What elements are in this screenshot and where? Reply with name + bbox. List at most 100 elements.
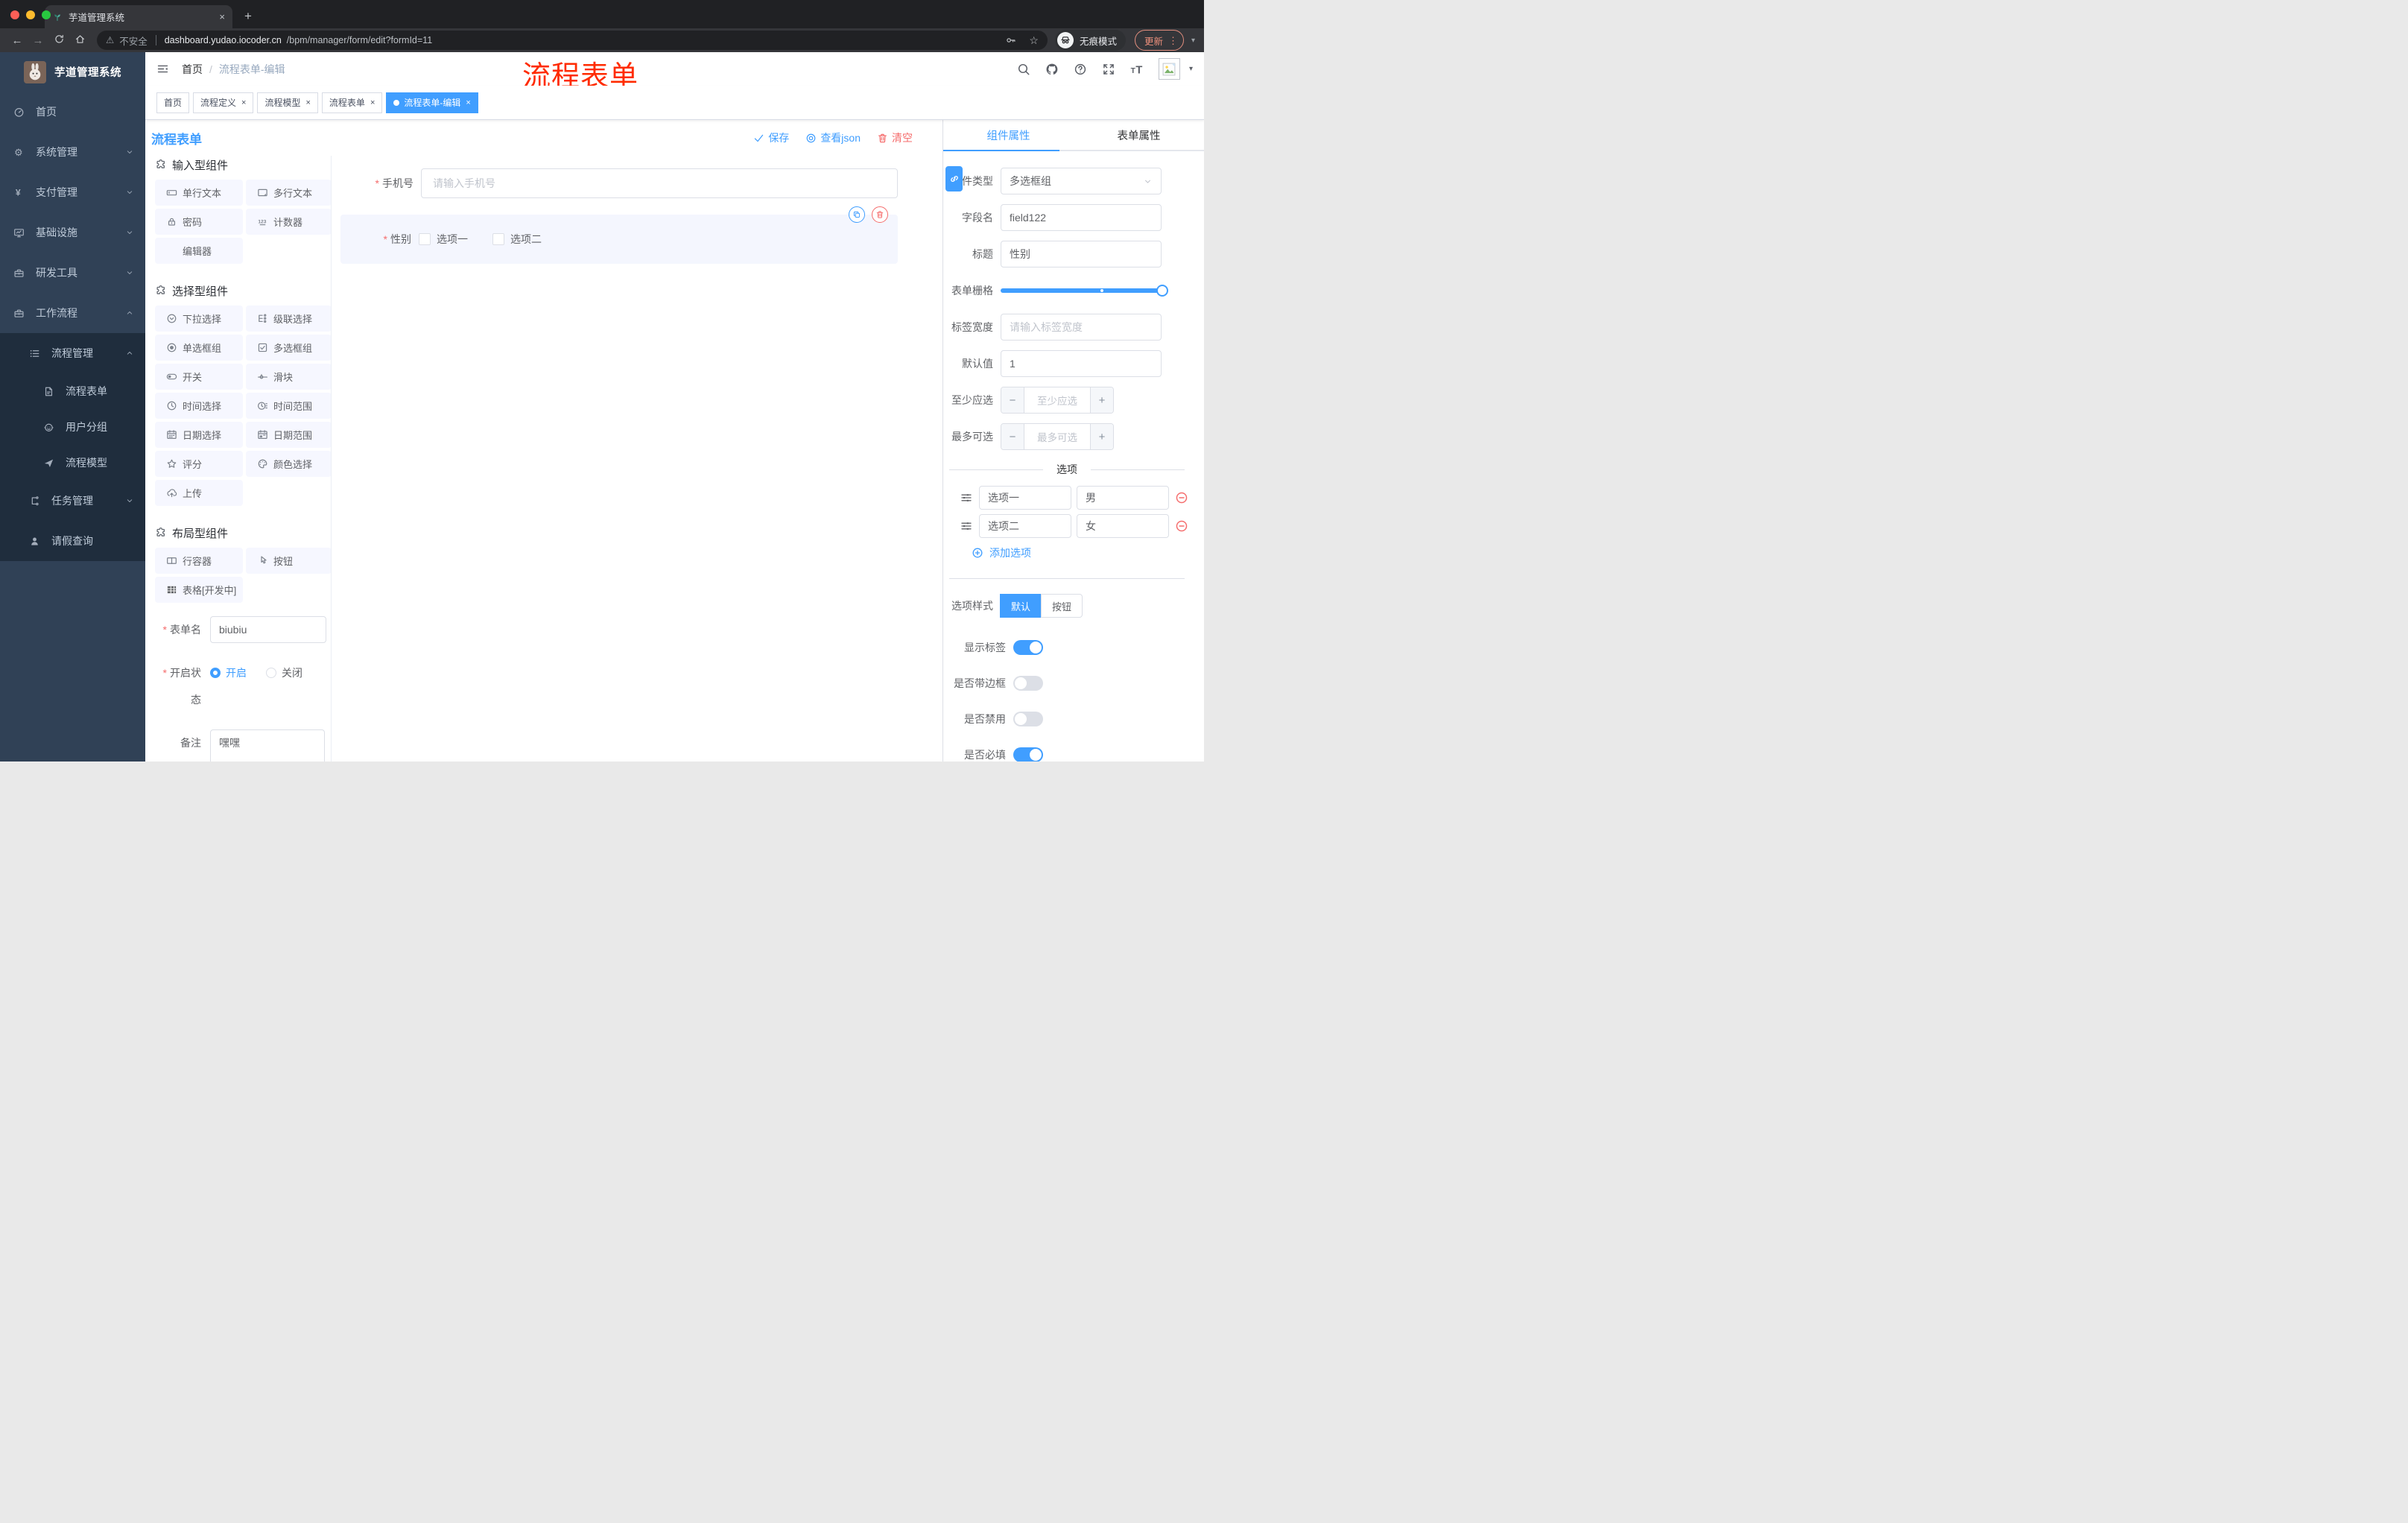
breadcrumb-home[interactable]: 首页 xyxy=(182,62,203,77)
browser-update-button[interactable]: 更新 ⋮ xyxy=(1134,30,1184,51)
decrease-button[interactable]: − xyxy=(1001,387,1024,413)
help-icon[interactable] xyxy=(1074,63,1087,76)
sidebar-item[interactable]: 工作流程 xyxy=(0,293,145,333)
search-icon[interactable] xyxy=(1017,63,1030,76)
min-select-value[interactable]: 至少应选 xyxy=(1024,387,1090,413)
form-name-input[interactable] xyxy=(210,616,326,643)
palette-item[interactable]: 密码 xyxy=(155,209,243,235)
palette-item[interactable]: 编辑器 xyxy=(155,238,243,264)
delete-component-button[interactable] xyxy=(872,206,888,223)
sidebar-subitem[interactable]: 用户分组 xyxy=(0,409,145,445)
sidebar-item[interactable]: 首页 xyxy=(0,92,145,132)
sidebar-subitem[interactable]: 流程模型 xyxy=(0,445,145,481)
max-select-value[interactable]: 最多可选 xyxy=(1024,424,1090,449)
github-icon[interactable] xyxy=(1045,63,1059,76)
phone-input[interactable]: 请输入手机号 xyxy=(421,168,898,198)
slider-thumb[interactable] xyxy=(1156,285,1168,297)
route-tab[interactable]: 首页 xyxy=(156,92,190,113)
palette-item[interactable]: 多选框组 xyxy=(246,335,331,361)
toolbar-chevron-icon[interactable]: ▾ xyxy=(1191,37,1195,45)
palette-item[interactable]: 多行文本 xyxy=(246,180,331,206)
avatar[interactable] xyxy=(1158,58,1180,80)
forward-button[interactable]: → xyxy=(28,34,48,47)
grid-slider[interactable] xyxy=(1001,285,1168,297)
copy-component-button[interactable] xyxy=(849,206,865,223)
browser-tab[interactable]: 芋道管理系统 × xyxy=(45,5,232,28)
increase-button[interactable]: + xyxy=(1090,387,1113,413)
palette-item[interactable]: 表格[开发中] xyxy=(155,577,243,603)
toggle-switch[interactable] xyxy=(1013,676,1043,691)
palette-item[interactable]: 单行文本 xyxy=(155,180,243,206)
field-name-input[interactable] xyxy=(1001,204,1162,231)
remove-option-icon[interactable] xyxy=(1175,519,1188,533)
password-key-icon[interactable] xyxy=(1006,35,1016,45)
fullscreen-icon[interactable] xyxy=(1102,63,1115,76)
route-tab[interactable]: 流程表单-编辑 × xyxy=(386,92,478,113)
back-button[interactable]: ← xyxy=(7,34,27,47)
palette-item[interactable]: 评分 xyxy=(155,451,243,477)
designer-action-button[interactable]: 查看json xyxy=(805,130,861,145)
drag-handle-icon[interactable] xyxy=(960,520,972,532)
bookmark-star-icon[interactable]: ☆ xyxy=(1029,34,1039,47)
designer-action-button[interactable]: 清空 xyxy=(877,130,913,145)
toggle-switch[interactable] xyxy=(1013,747,1043,762)
palette-item[interactable]: 按钮 xyxy=(246,548,331,574)
drag-handle-icon[interactable] xyxy=(960,492,972,504)
canvas-field-gender-selected[interactable]: 性别 选项一 选项二 xyxy=(340,206,898,264)
sidebar-subitem[interactable]: 流程表单 xyxy=(0,373,145,409)
reload-button[interactable] xyxy=(49,34,69,48)
option-value-input[interactable] xyxy=(1077,514,1169,538)
tab-form-props[interactable]: 表单属性 xyxy=(1074,120,1204,150)
route-tab[interactable]: 流程表单 × xyxy=(321,92,383,113)
maximize-window-button[interactable] xyxy=(42,10,51,19)
avatar-caret-icon[interactable]: ▾ xyxy=(1189,65,1193,73)
status-off-radio[interactable]: 关闭 xyxy=(266,665,302,680)
address-bar[interactable]: ⚠ 不安全 dashboard.yudao.iocoder.cn/bpm/man… xyxy=(97,31,1048,50)
checkbox-icon[interactable] xyxy=(419,233,431,245)
collapse-sidebar-icon[interactable] xyxy=(156,63,169,75)
palette-item[interactable]: 日期选择 xyxy=(155,422,243,448)
new-tab-button[interactable]: + xyxy=(244,9,252,24)
gender-checkbox-option[interactable]: 选项二 xyxy=(492,232,542,247)
toggle-switch[interactable] xyxy=(1013,640,1043,655)
tab-close-icon[interactable]: × xyxy=(219,11,225,22)
sidebar-subitem[interactable]: 请假查询 xyxy=(0,521,145,561)
decrease-button[interactable]: − xyxy=(1001,424,1024,449)
route-tab-close-icon[interactable]: × xyxy=(241,98,246,107)
option-style-button[interactable]: 按钮 xyxy=(1041,594,1083,618)
route-tab-close-icon[interactable]: × xyxy=(370,98,375,107)
option-label-input[interactable] xyxy=(979,514,1071,538)
option-style-button[interactable]: 默认 xyxy=(1000,594,1042,618)
sidebar-subitem[interactable]: 流程管理 xyxy=(0,333,145,373)
tab-component-props[interactable]: 组件属性 xyxy=(943,120,1074,150)
form-remark-textarea[interactable] xyxy=(210,729,325,762)
sidebar-item[interactable]: ¥ 支付管理 xyxy=(0,172,145,212)
sidebar-item[interactable]: 基础设施 xyxy=(0,212,145,253)
status-on-radio[interactable]: 开启 xyxy=(210,665,247,680)
palette-item[interactable]: 时间范围 xyxy=(246,393,331,419)
sidebar-subitem[interactable]: 任务管理 xyxy=(0,481,145,521)
route-tab-close-icon[interactable]: × xyxy=(466,98,470,107)
sidebar-logo[interactable]: 芋道管理系统 xyxy=(0,52,145,92)
sidebar-item[interactable]: 研发工具 xyxy=(0,253,145,293)
palette-item[interactable]: 时间选择 xyxy=(155,393,243,419)
home-button[interactable] xyxy=(70,34,89,48)
link-tag-button[interactable] xyxy=(945,166,963,191)
close-window-button[interactable] xyxy=(10,10,19,19)
browser-menu-dots-icon[interactable]: ⋮ xyxy=(1168,36,1178,45)
canvas-field-phone[interactable]: 手机号 请输入手机号 xyxy=(332,168,898,198)
minimize-window-button[interactable] xyxy=(26,10,35,19)
palette-item[interactable]: 级联选择 xyxy=(246,305,331,332)
option-label-input[interactable] xyxy=(979,486,1071,510)
add-option-button[interactable]: 添加选项 xyxy=(972,545,1185,560)
option-value-input[interactable] xyxy=(1077,486,1169,510)
font-size-icon[interactable]: TT xyxy=(1130,63,1144,76)
checkbox-icon[interactable] xyxy=(492,233,504,245)
component-type-select[interactable]: 多选框组 xyxy=(1001,168,1162,194)
toggle-switch[interactable] xyxy=(1013,712,1043,726)
sidebar-item[interactable]: ⚙ 系统管理 xyxy=(0,132,145,172)
palette-item[interactable]: 123 计数器 xyxy=(246,209,331,235)
palette-item[interactable]: 开关 xyxy=(155,364,243,390)
palette-item[interactable]: 滑块 xyxy=(246,364,331,390)
gender-checkbox-option[interactable]: 选项一 xyxy=(419,232,468,247)
